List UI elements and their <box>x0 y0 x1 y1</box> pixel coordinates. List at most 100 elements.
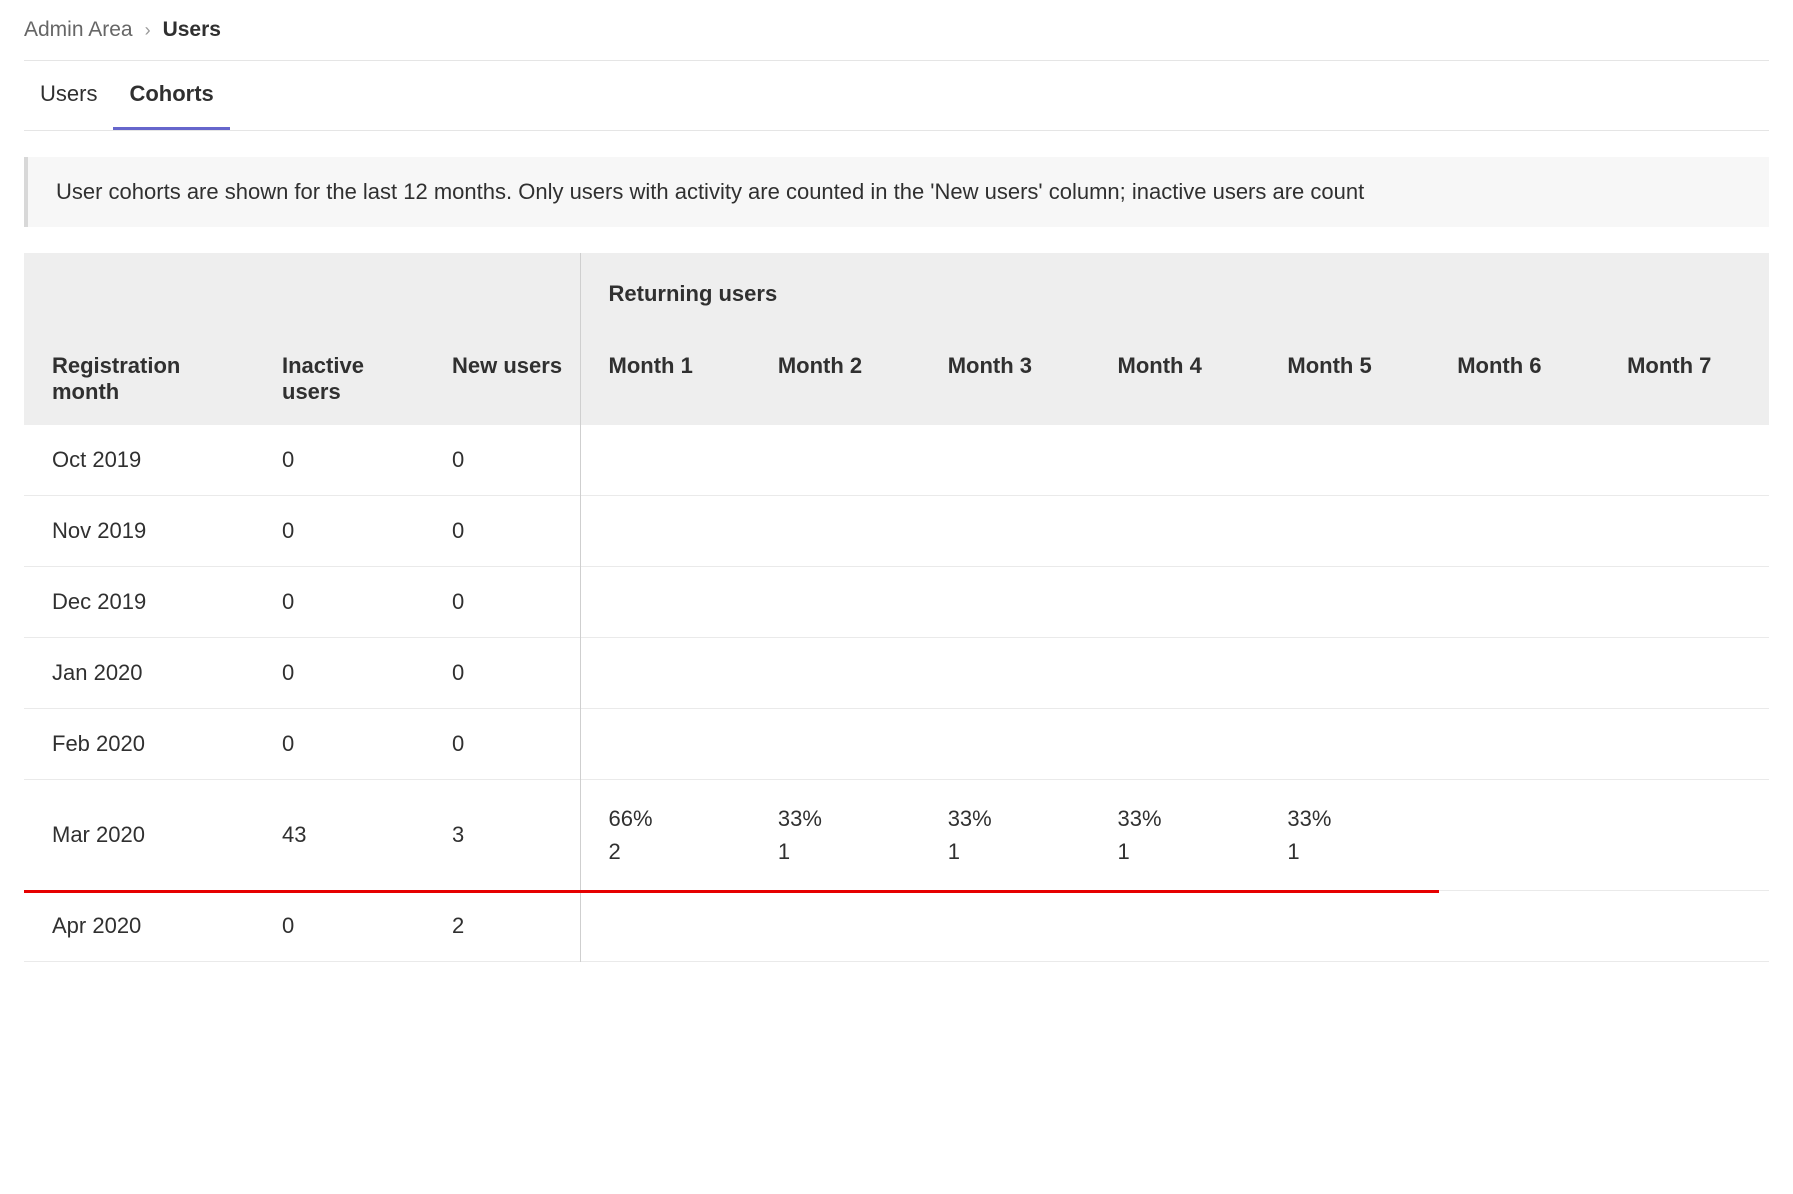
breadcrumb-root-link[interactable]: Admin Area <box>24 18 133 42</box>
cell-inactive-users: 0 <box>254 891 424 962</box>
cell-month-7 <box>1599 709 1769 780</box>
cell-month-3 <box>920 709 1090 780</box>
header-inactive-users: Inactive users <box>254 337 424 425</box>
cell-month-3 <box>920 638 1090 709</box>
cell-month-6 <box>1429 891 1599 962</box>
header-month-6: Month 6 <box>1429 337 1599 425</box>
header-registration-month: Registration month <box>24 337 254 425</box>
header-empty <box>424 253 580 337</box>
cell-month-1 <box>580 425 750 496</box>
cohort-table: Returning users Registration month Inact… <box>24 253 1769 962</box>
table-row: Oct 201900 <box>24 425 1769 496</box>
cell-month-1 <box>580 891 750 962</box>
cell-registration-month: Apr 2020 <box>24 891 254 962</box>
cell-month-5 <box>1259 496 1429 567</box>
cell-month-4 <box>1090 638 1260 709</box>
table-row: Mar 202043366%233%133%133%133%1 <box>24 780 1769 891</box>
cell-inactive-users: 0 <box>254 567 424 638</box>
table-row: Dec 201900 <box>24 567 1769 638</box>
cell-month-7 <box>1599 891 1769 962</box>
cell-month-5 <box>1259 891 1429 962</box>
cell-month-7 <box>1599 638 1769 709</box>
cell-new-users: 3 <box>424 780 580 891</box>
header-new-users: New users <box>424 337 580 425</box>
cell-month-3 <box>920 567 1090 638</box>
cell-month-5 <box>1259 709 1429 780</box>
cell-month-7 <box>1599 780 1769 891</box>
header-empty <box>254 253 424 337</box>
cell-month-2 <box>750 567 920 638</box>
cell-month-4 <box>1090 891 1260 962</box>
cell-month-1 <box>580 496 750 567</box>
table-row: Jan 202000 <box>24 638 1769 709</box>
cell-month-5: 33%1 <box>1259 780 1429 891</box>
cell-month-5 <box>1259 638 1429 709</box>
header-month-5: Month 5 <box>1259 337 1429 425</box>
cell-month-4 <box>1090 567 1260 638</box>
cell-registration-month: Dec 2019 <box>24 567 254 638</box>
cell-month-6 <box>1429 709 1599 780</box>
cell-inactive-users: 0 <box>254 496 424 567</box>
cell-month-4 <box>1090 425 1260 496</box>
cell-new-users: 0 <box>424 567 580 638</box>
breadcrumb-separator-icon: › <box>145 20 151 41</box>
cell-registration-month: Jan 2020 <box>24 638 254 709</box>
cell-new-users: 2 <box>424 891 580 962</box>
cell-month-7 <box>1599 425 1769 496</box>
cell-registration-month: Mar 2020 <box>24 780 254 891</box>
cell-month-3 <box>920 891 1090 962</box>
cell-month-7 <box>1599 567 1769 638</box>
tabs: Users Cohorts <box>24 61 1769 131</box>
cell-month-4: 33%1 <box>1090 780 1260 891</box>
cell-month-4 <box>1090 709 1260 780</box>
cell-new-users: 0 <box>424 425 580 496</box>
cell-month-2 <box>750 638 920 709</box>
cell-month-6 <box>1429 638 1599 709</box>
cell-month-2 <box>750 709 920 780</box>
info-banner: User cohorts are shown for the last 12 m… <box>24 157 1769 227</box>
header-returning-users: Returning users <box>580 253 1769 337</box>
cell-month-1: 66%2 <box>580 780 750 891</box>
table-row: Feb 202000 <box>24 709 1769 780</box>
header-month-7: Month 7 <box>1599 337 1769 425</box>
cell-month-1 <box>580 709 750 780</box>
highlight-underline <box>24 890 1439 893</box>
tab-users[interactable]: Users <box>24 61 113 130</box>
cell-new-users: 0 <box>424 496 580 567</box>
cell-month-5 <box>1259 425 1429 496</box>
cell-registration-month: Oct 2019 <box>24 425 254 496</box>
tab-cohorts[interactable]: Cohorts <box>113 61 229 130</box>
cell-new-users: 0 <box>424 638 580 709</box>
cell-month-3 <box>920 496 1090 567</box>
cell-month-3 <box>920 425 1090 496</box>
breadcrumb: Admin Area › Users <box>24 0 1769 61</box>
cell-month-6 <box>1429 496 1599 567</box>
breadcrumb-current: Users <box>163 18 221 42</box>
cell-month-4 <box>1090 496 1260 567</box>
table-row: Apr 202002 <box>24 891 1769 962</box>
cell-month-6 <box>1429 425 1599 496</box>
cell-month-6 <box>1429 780 1599 891</box>
header-month-1: Month 1 <box>580 337 750 425</box>
header-month-4: Month 4 <box>1090 337 1260 425</box>
cohort-table-wrapper: Returning users Registration month Inact… <box>24 253 1769 962</box>
table-row: Nov 201900 <box>24 496 1769 567</box>
cell-month-2: 33%1 <box>750 780 920 891</box>
cell-inactive-users: 0 <box>254 709 424 780</box>
cell-month-2 <box>750 891 920 962</box>
cell-month-5 <box>1259 567 1429 638</box>
cell-month-2 <box>750 425 920 496</box>
cell-month-6 <box>1429 567 1599 638</box>
cell-inactive-users: 0 <box>254 638 424 709</box>
cell-registration-month: Feb 2020 <box>24 709 254 780</box>
cell-registration-month: Nov 2019 <box>24 496 254 567</box>
header-empty <box>24 253 254 337</box>
header-month-2: Month 2 <box>750 337 920 425</box>
cell-month-2 <box>750 496 920 567</box>
header-month-3: Month 3 <box>920 337 1090 425</box>
cell-month-3: 33%1 <box>920 780 1090 891</box>
cell-inactive-users: 0 <box>254 425 424 496</box>
cell-month-7 <box>1599 496 1769 567</box>
cell-month-1 <box>580 567 750 638</box>
cell-new-users: 0 <box>424 709 580 780</box>
